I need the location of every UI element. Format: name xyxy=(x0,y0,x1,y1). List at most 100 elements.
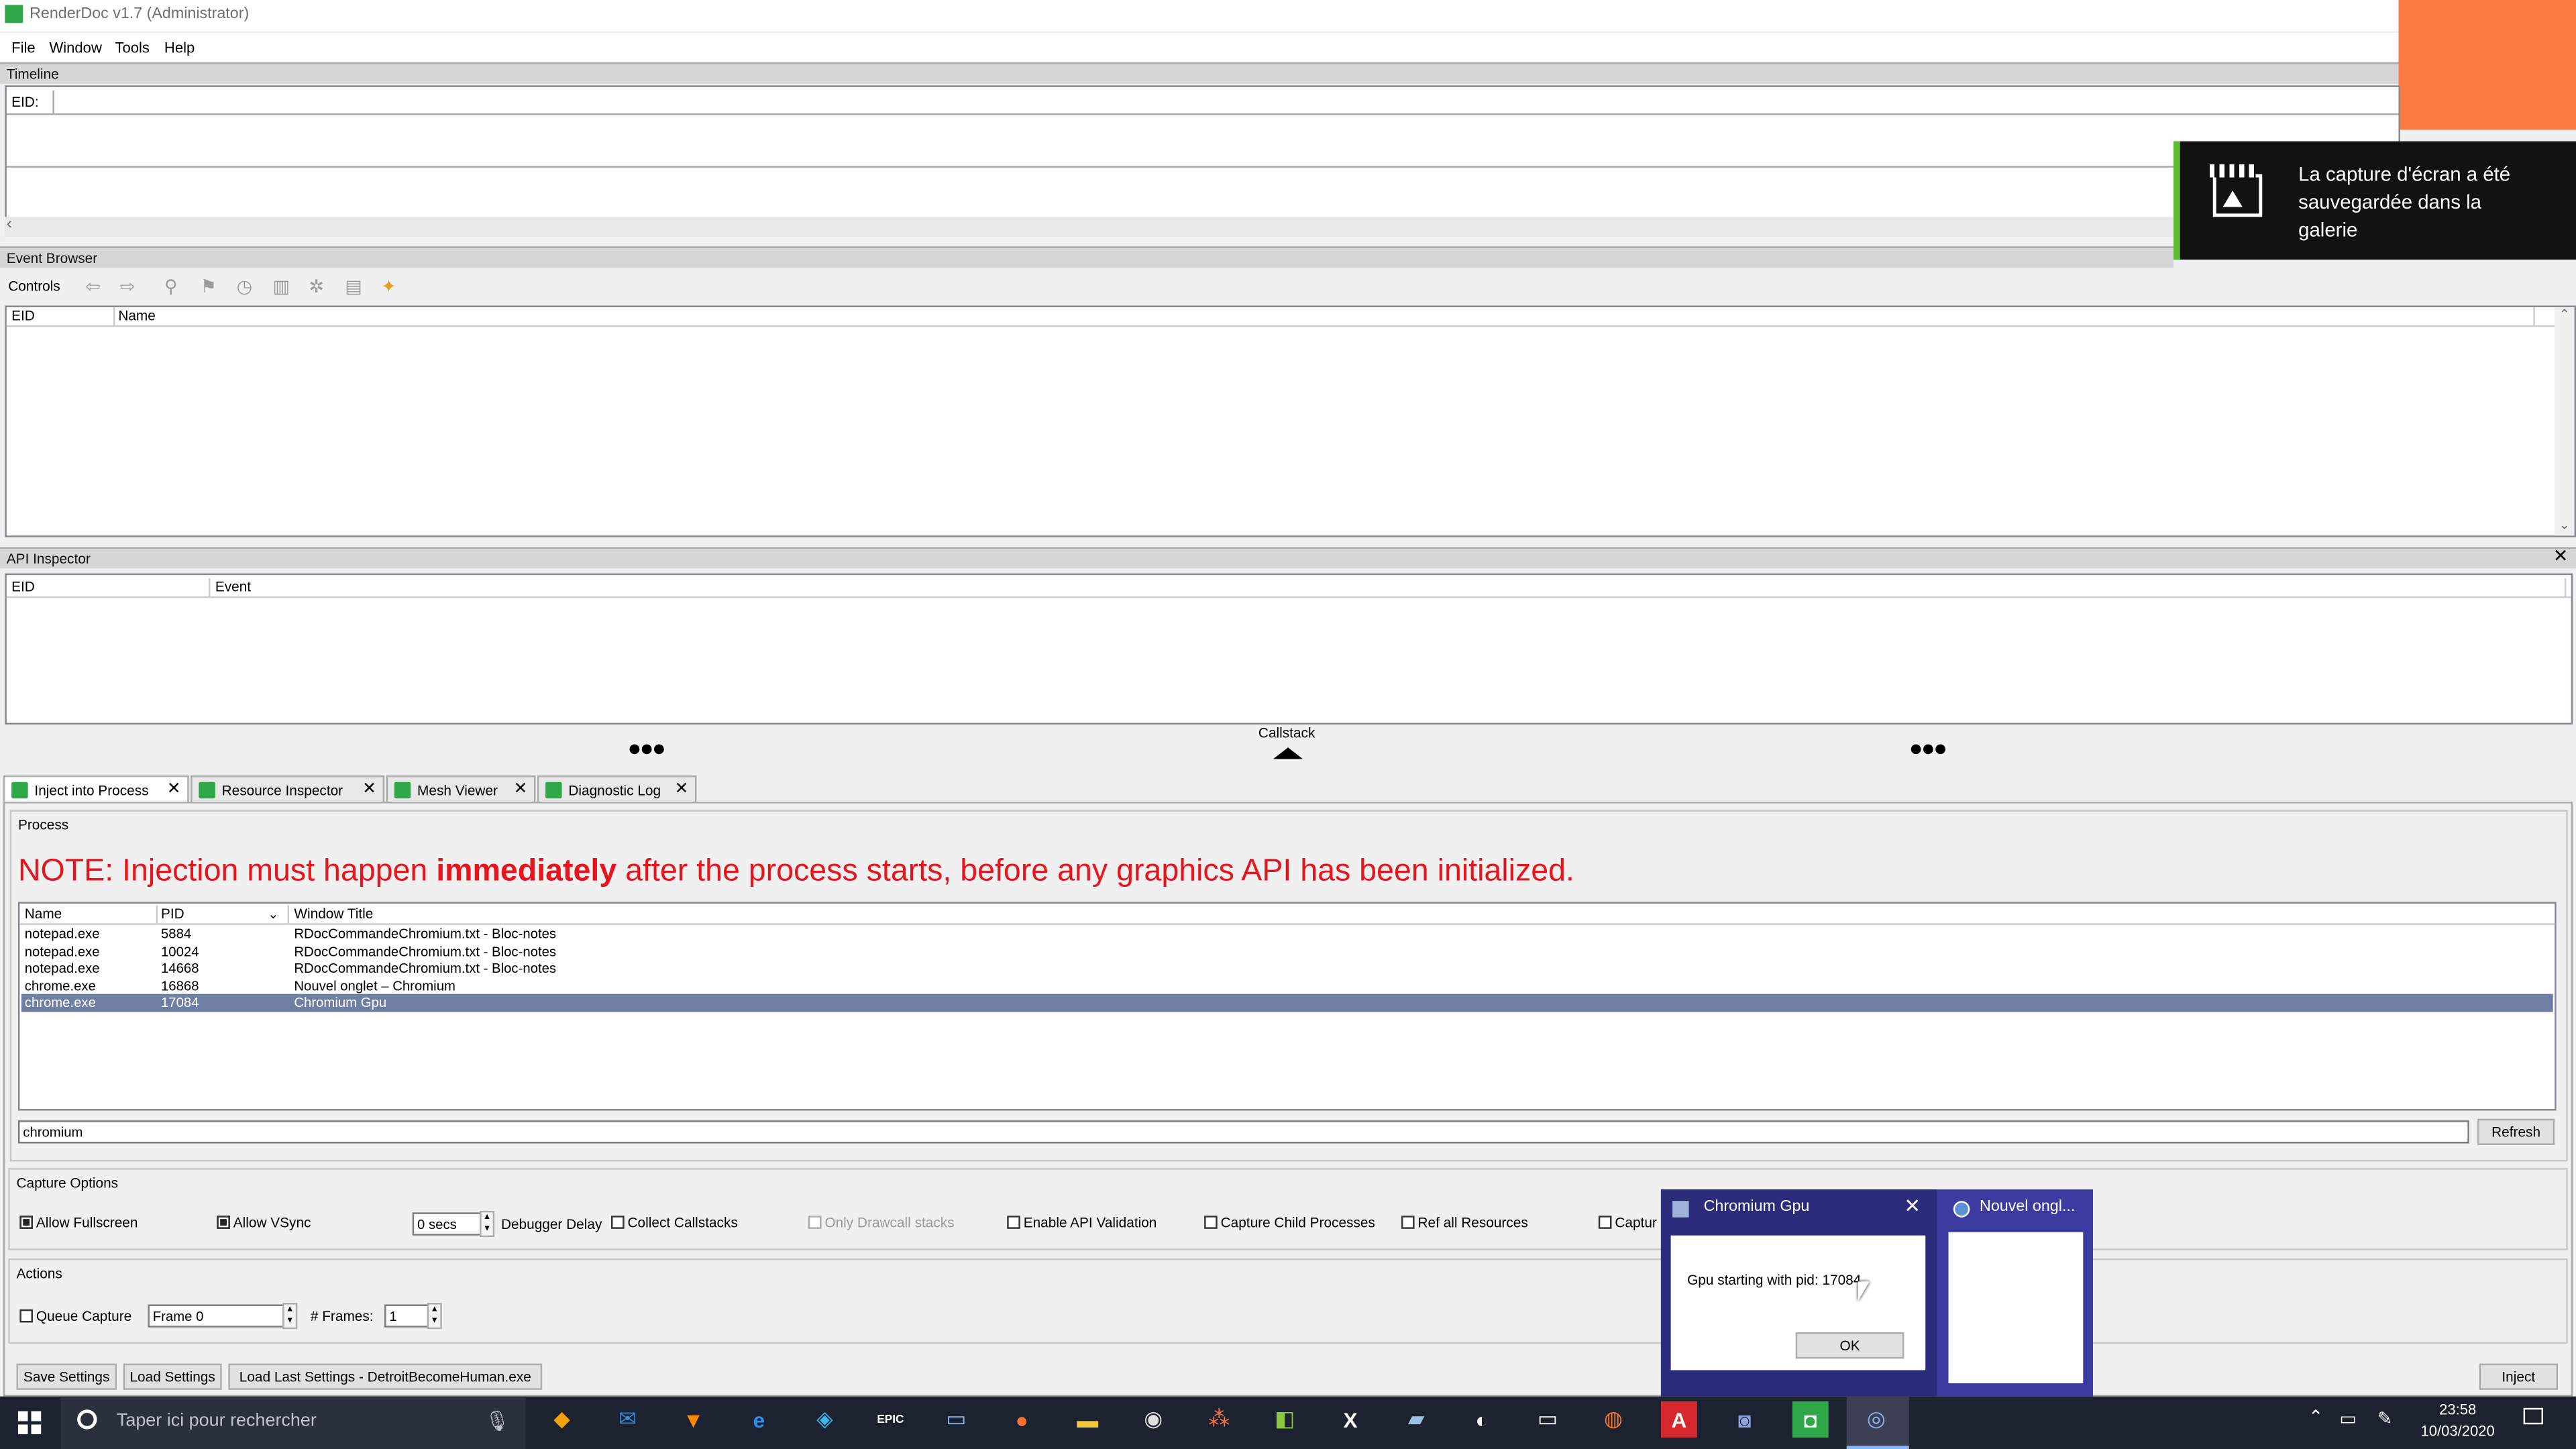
settings-icon[interactable]: ✲ xyxy=(309,276,324,297)
timer-icon[interactable]: ◷ xyxy=(237,276,253,297)
obs-icon[interactable]: ◐ xyxy=(1464,1401,1500,1438)
delay-spinner[interactable]: ▲ ▼ xyxy=(480,1210,495,1238)
process-list[interactable]: Name PID ⌄ Window Title notepad.exe 5884… xyxy=(17,902,2557,1111)
event-list[interactable]: EID Name ⌃ ⌄ xyxy=(5,305,2576,537)
windows-start-icon[interactable] xyxy=(17,1411,42,1434)
x-app-icon[interactable]: X xyxy=(1332,1401,1368,1438)
acrobat-icon[interactable]: A xyxy=(1660,1401,1697,1438)
find-icon[interactable]: ⚲ xyxy=(164,276,178,297)
network-icon[interactable]: ▭ xyxy=(2339,1408,2356,1429)
debugger-delay-input[interactable]: 0 secs xyxy=(412,1212,482,1236)
pen-icon[interactable]: ✎ xyxy=(2377,1408,2393,1429)
enable-api-validation-checkbox[interactable]: Enable API Validation xyxy=(1007,1212,1157,1232)
api-inspector-list[interactable]: EID Event xyxy=(5,573,2573,725)
col-name[interactable]: Name xyxy=(19,905,158,924)
epic-games-icon[interactable]: EPIC xyxy=(872,1401,908,1438)
back-arrow-icon[interactable]: ⇦ xyxy=(85,276,101,297)
col-eid[interactable]: EID xyxy=(7,578,211,596)
vlc-icon[interactable]: ▼ xyxy=(676,1401,712,1438)
splitter-handle-left[interactable]: ●●● xyxy=(628,735,666,761)
microphone-icon[interactable]: 🎙 xyxy=(484,1409,509,1432)
menu-tools[interactable]: Tools xyxy=(115,33,149,62)
scroll-down-icon[interactable]: ⌄ xyxy=(2555,517,2574,532)
forward-arrow-icon[interactable]: ⇨ xyxy=(120,276,136,297)
close-icon[interactable]: ✕ xyxy=(514,777,528,803)
clock[interactable]: 23:58 10/03/2020 xyxy=(2402,1400,2514,1443)
save-settings-button[interactable]: Save Settings xyxy=(16,1363,117,1390)
preview-nouvel-onglet[interactable]: Nouvel ongl... xyxy=(1947,1189,2093,1397)
notes-icon[interactable]: ▰ xyxy=(1398,1401,1434,1438)
blender-icon[interactable]: ◍ xyxy=(1595,1401,1631,1438)
close-icon[interactable]: ✕ xyxy=(675,777,689,803)
menu-window[interactable]: Window xyxy=(49,33,101,62)
capture-all-cmd-lists-checkbox[interactable]: Captur xyxy=(1598,1212,1657,1232)
scroll-up-icon[interactable]: ⌃ xyxy=(2555,307,2574,322)
refresh-button[interactable]: Refresh xyxy=(2477,1118,2555,1145)
tab-resource-inspector[interactable]: Resource Inspector ✕ xyxy=(191,775,385,803)
callstack-expand-icon[interactable] xyxy=(1273,747,1303,759)
file-explorer-icon[interactable]: ▬ xyxy=(1069,1401,1106,1438)
firefox-icon[interactable]: ● xyxy=(1004,1401,1040,1438)
chevron-up-icon[interactable]: ⌃ xyxy=(2308,1406,2324,1428)
renderdoc-taskbar-icon[interactable]: ◘ xyxy=(1792,1401,1829,1438)
table-row[interactable]: notepad.exe 5884 RDocCommandeChromium.tx… xyxy=(21,925,2553,943)
taskbar-search[interactable]: Taper ici pour rechercher 🎙 xyxy=(60,1396,526,1449)
close-icon[interactable]: ✕ xyxy=(2553,545,2569,567)
controls-button[interactable]: Controls xyxy=(8,278,60,294)
ok-button[interactable]: OK xyxy=(1795,1332,1904,1359)
allow-vsync-checkbox[interactable]: Allow VSync xyxy=(217,1212,311,1232)
menu-help[interactable]: Help xyxy=(164,33,195,62)
load-last-settings-button[interactable]: Load Last Settings - DetroitBecomeHuman.… xyxy=(228,1363,543,1390)
save-icon[interactable]: ▤ xyxy=(345,276,362,297)
bookmark-flag-icon[interactable]: ⚑ xyxy=(201,276,217,297)
kodi-icon[interactable]: ◈ xyxy=(806,1401,843,1438)
col-window-title[interactable]: Window Title xyxy=(289,905,2544,923)
scroll-left-icon[interactable]: ‹ xyxy=(7,215,12,233)
menu-file[interactable]: File xyxy=(11,33,36,62)
col-eid[interactable]: EID xyxy=(7,307,115,325)
layers-icon[interactable]: ◧ xyxy=(1267,1401,1303,1438)
table-row[interactable]: notepad.exe 10024 RDocCommandeChromium.t… xyxy=(21,942,2553,959)
tab-diagnostic-log[interactable]: Diagnostic Log ✕ xyxy=(537,775,697,802)
tab-inject-into-process[interactable]: Inject into Process ✕ xyxy=(3,775,189,802)
close-icon[interactable]: ✕ xyxy=(362,777,376,803)
inject-button[interactable]: Inject xyxy=(2479,1363,2559,1390)
event-list-scrollbar[interactable]: ⌃ ⌄ xyxy=(2555,307,2575,536)
col-event[interactable]: Event xyxy=(210,578,2567,596)
discord-icon[interactable]: ◙ xyxy=(1727,1401,1763,1438)
screenshot-toast[interactable]: La capture d'écran a été sauvegardée dan… xyxy=(2174,141,2576,260)
allow-fullscreen-checkbox[interactable]: Allow Fullscreen xyxy=(19,1212,138,1232)
process-filter-input[interactable]: chromium xyxy=(17,1120,2469,1144)
col-name[interactable]: Name xyxy=(113,307,2535,325)
notification-icon[interactable] xyxy=(2523,1407,2544,1425)
frame-spinner[interactable]: ▲ ▼ xyxy=(282,1303,298,1330)
mail-icon[interactable]: ✉ xyxy=(610,1401,646,1438)
capture-child-processes-checkbox[interactable]: Capture Child Processes xyxy=(1204,1212,1375,1232)
ref-all-resources-checkbox[interactable]: Ref all Resources xyxy=(1401,1212,1528,1232)
steam-link-icon[interactable]: ▭ xyxy=(938,1401,974,1438)
title-bar[interactable]: RenderDoc v1.7 (Administrator) xyxy=(0,0,2399,32)
table-row[interactable]: chrome.exe 16868 Nouvel onglet – Chromiu… xyxy=(21,977,2553,994)
table-row[interactable]: notepad.exe 14668 RDocCommandeChromium.t… xyxy=(21,959,2553,977)
tab-mesh-viewer[interactable]: Mesh Viewer ✕ xyxy=(386,775,536,802)
preview-chromium-gpu[interactable]: Chromium Gpu ✕ Gpu starting with pid: 17… xyxy=(1660,1189,1937,1397)
close-icon[interactable]: ✕ xyxy=(1904,1194,1921,1217)
close-icon[interactable]: ✕ xyxy=(167,777,181,803)
highlight-icon[interactable]: ✦ xyxy=(381,276,396,297)
chromium-icon[interactable]: ◎ xyxy=(1858,1401,1894,1438)
terminal-icon[interactable]: ▭ xyxy=(1529,1401,1566,1438)
frames-count-input[interactable]: 1 xyxy=(384,1304,429,1328)
frames-spinner[interactable]: ▲ ▼ xyxy=(427,1303,442,1330)
load-settings-button[interactable]: Load Settings xyxy=(123,1363,222,1390)
splitter-handle-right[interactable]: ●●● xyxy=(1909,735,1947,761)
chevron-down-icon[interactable]: ⌄ xyxy=(263,905,278,923)
nodes-app-icon[interactable]: ⁂ xyxy=(1201,1401,1237,1438)
queue-frame-input[interactable]: Frame 0 xyxy=(148,1304,284,1328)
table-row-selected[interactable]: chrome.exe 17084 Chromium Gpu xyxy=(21,994,2553,1012)
collect-callstacks-checkbox[interactable]: Collect Callstacks xyxy=(611,1212,738,1232)
only-drawcall-stacks-checkbox[interactable]: Only Drawcall stacks xyxy=(808,1212,955,1232)
export-icon[interactable]: ▥ xyxy=(273,276,290,297)
app-taskbar-icon[interactable]: ◆ xyxy=(544,1401,580,1438)
edge-icon[interactable]: e xyxy=(741,1401,777,1438)
media-player-icon[interactable]: ◉ xyxy=(1135,1401,1171,1438)
